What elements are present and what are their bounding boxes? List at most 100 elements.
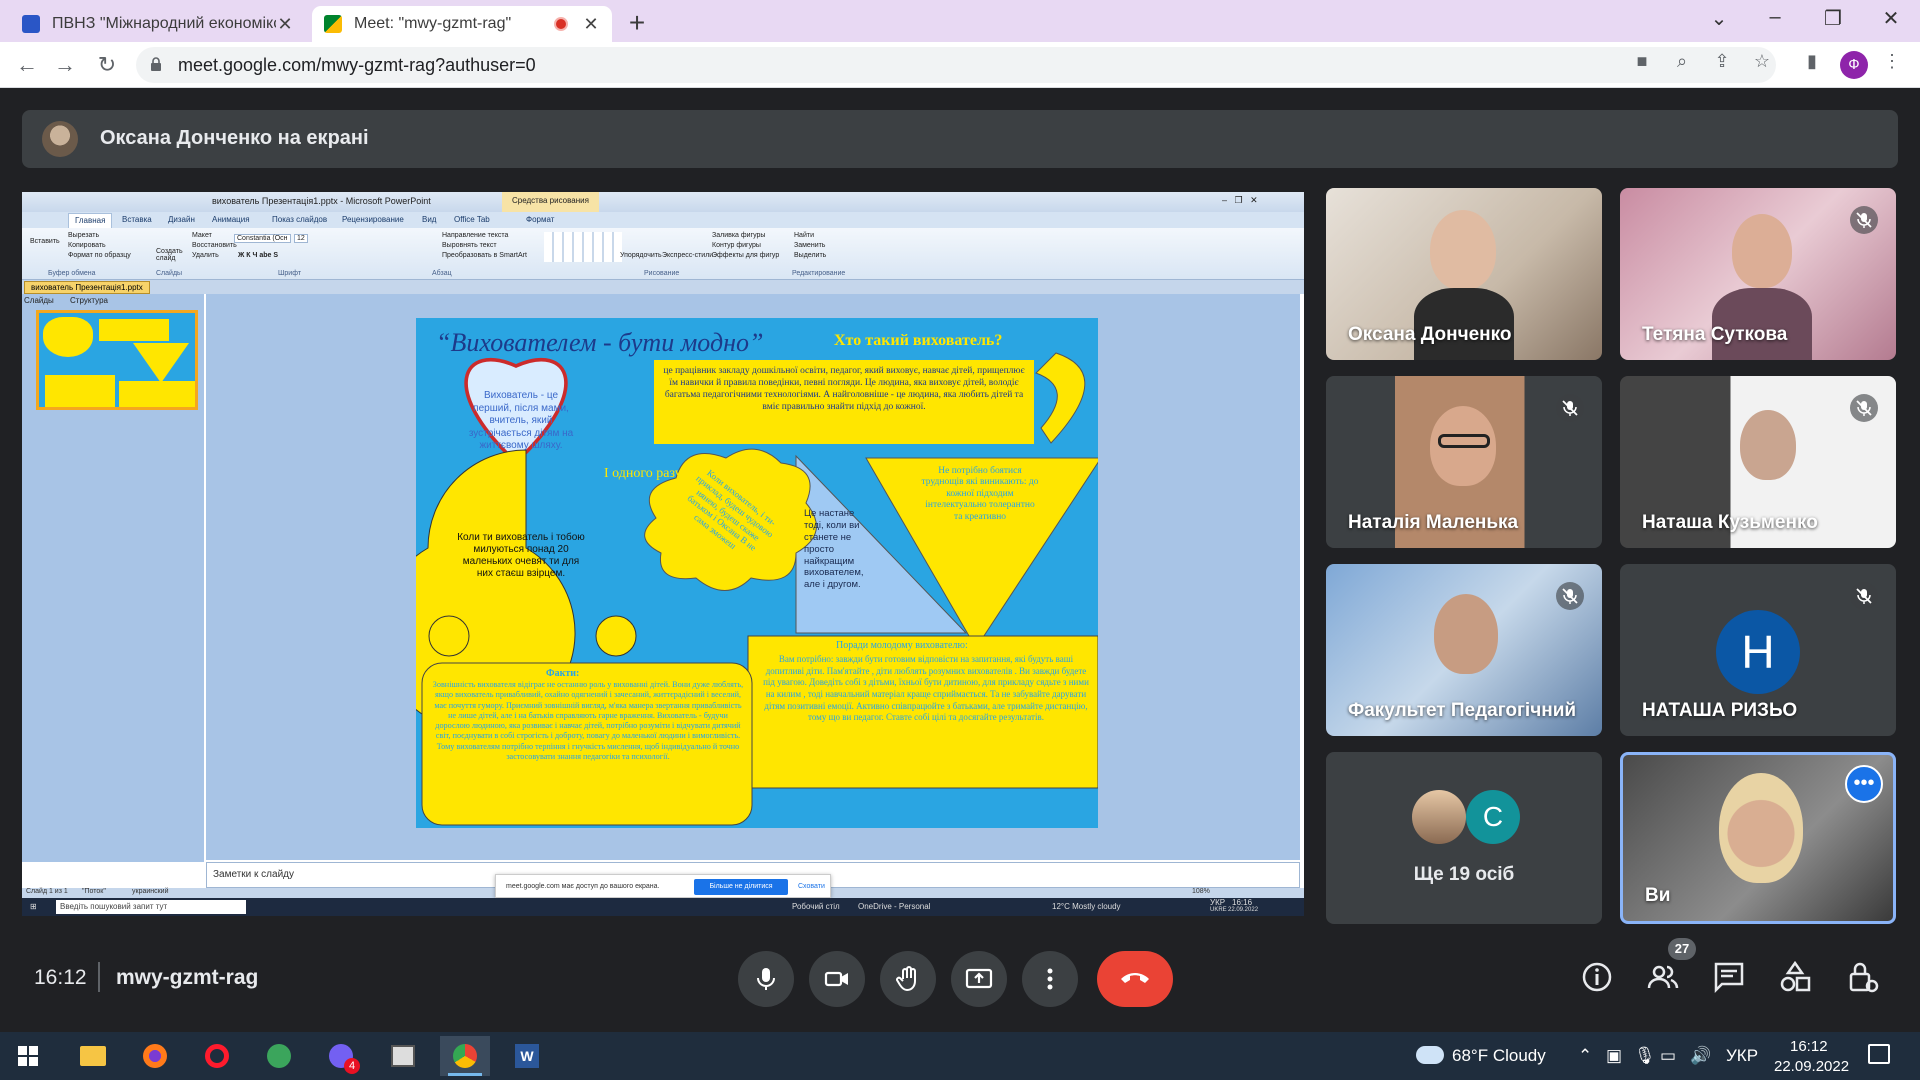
zoom-icon[interactable]: ⌕	[1670, 49, 1694, 73]
ppt-tab-slideshow[interactable]: Показ слайдов	[272, 215, 327, 224]
participant-tile[interactable]: Тетяна Суткова	[1620, 188, 1896, 360]
tray-volume-icon[interactable]: 🔊	[1690, 1046, 1711, 1066]
replace-button[interactable]: Заменить	[794, 242, 825, 249]
new-slide-button[interactable]: Создать слайд	[156, 248, 186, 262]
close-window-button[interactable]: ✕	[1876, 6, 1906, 31]
align-text-button[interactable]: Выровнять текст	[442, 242, 497, 249]
ppt-tab-format[interactable]: Формат	[526, 215, 554, 224]
mic-button[interactable]	[738, 951, 794, 1007]
firefox-app[interactable]	[130, 1036, 180, 1076]
shape-fill-button[interactable]: Заливка фигуры	[712, 232, 765, 239]
profile-avatar[interactable]: Ф	[1840, 51, 1868, 79]
slides-tab[interactable]: Слайды	[24, 296, 54, 305]
tray-chevron-icon[interactable]: ⌃	[1578, 1046, 1592, 1066]
copy-button[interactable]: Копировать	[68, 242, 106, 249]
tab-economics[interactable]: ПВНЗ "Міжнародний економіко ✕	[10, 6, 306, 42]
format-buttons[interactable]: Ж К Ч abe S	[238, 252, 278, 259]
stop-sharing-button[interactable]: Більше не ділитися	[694, 879, 788, 895]
tab-meet[interactable]: Meet: "mwy-gzmt-rag" ✕	[312, 6, 612, 42]
font-select[interactable]: Constantia (Осн	[234, 234, 291, 243]
share-icon[interactable]: ⇪	[1710, 49, 1734, 73]
chrome-app[interactable]	[440, 1036, 490, 1076]
notifications-icon[interactable]	[1868, 1044, 1890, 1064]
ppt-tab-animation[interactable]: Анимация	[212, 215, 250, 224]
arrange-button[interactable]: Упорядочить	[620, 252, 662, 259]
forward-button[interactable]: →	[50, 50, 80, 80]
ppt-tab-officetab[interactable]: Office Tab	[454, 215, 490, 224]
slide-thumbnail[interactable]	[36, 310, 198, 410]
delete-button[interactable]: Удалить	[192, 252, 219, 259]
bookmark-star-icon[interactable]: ☆	[1750, 49, 1774, 73]
outline-tab[interactable]: Структура	[70, 296, 108, 305]
participant-tile[interactable]: Н НАТАША РИЗЬО	[1620, 564, 1896, 736]
self-view-tile[interactable]: ••• Ви	[1620, 752, 1896, 924]
ppt-tab-review[interactable]: Рецензирование	[342, 215, 404, 224]
telegram-app[interactable]	[254, 1036, 304, 1076]
present-button[interactable]	[951, 951, 1007, 1007]
leave-call-button[interactable]	[1097, 951, 1173, 1007]
chat-icon[interactable]	[1712, 960, 1746, 994]
share-notice-bar: meet.google.com має доступ до вашого екр…	[495, 874, 831, 898]
ppt-tab-view[interactable]: Вид	[422, 215, 436, 224]
camera-button[interactable]	[809, 951, 865, 1007]
tray-battery-icon[interactable]: ▭	[1660, 1046, 1676, 1066]
more-options-button[interactable]	[1022, 951, 1078, 1007]
find-button[interactable]: Найти	[794, 232, 814, 239]
participant-tile[interactable]: Оксана Донченко	[1326, 188, 1602, 360]
cut-button[interactable]: Вырезать	[68, 232, 99, 239]
taskbar-language[interactable]: УКР	[1726, 1046, 1758, 1066]
host-controls-icon[interactable]	[1846, 960, 1880, 994]
smartart-button[interactable]: Преобразовать в SmartArt	[442, 252, 527, 259]
tray-mic-icon[interactable]: 🎙	[1634, 1046, 1656, 1066]
maximize-button[interactable]: ❐	[1818, 6, 1848, 31]
address-bar[interactable]: meet.google.com/mwy-gzmt-rag?authuser=0	[136, 47, 1776, 83]
paste-button[interactable]: Вставить	[30, 238, 60, 245]
file-explorer-app[interactable]	[68, 1036, 118, 1076]
shape-effects-button[interactable]: Эффекты для фигур	[712, 252, 779, 259]
new-tab-button[interactable]: +	[622, 7, 652, 39]
quick-styles-button[interactable]: Экспресс-стили	[662, 252, 713, 259]
raise-hand-button[interactable]	[880, 951, 936, 1007]
side-panel-icon[interactable]: ▮	[1800, 49, 1824, 73]
opera-app[interactable]	[192, 1036, 242, 1076]
participant-name: Наташа Кузьменко	[1642, 512, 1818, 533]
close-icon[interactable]: ✕	[582, 14, 600, 35]
participant-tile[interactable]: Факультет Педагогічний	[1326, 564, 1602, 736]
shapes-gallery[interactable]	[544, 232, 622, 262]
font-size-select[interactable]: 12	[294, 234, 308, 243]
participant-tile[interactable]: Наталія Маленька	[1326, 376, 1602, 548]
snipping-tool-app[interactable]	[378, 1036, 428, 1076]
menu-icon[interactable]: ⋮	[1880, 49, 1904, 73]
ppt-tab-insert[interactable]: Вставка	[122, 215, 152, 224]
more-participants-tile[interactable]: С Ще 19 осіб	[1326, 752, 1602, 924]
taskbar-date[interactable]: 22.09.2022	[1774, 1058, 1849, 1075]
taskbar-weather[interactable]: 68°F Cloudy	[1452, 1046, 1546, 1066]
activities-icon[interactable]	[1778, 960, 1812, 994]
ppt-tab-home[interactable]: Главная	[68, 213, 113, 228]
people-icon[interactable]	[1646, 960, 1680, 994]
reset-button[interactable]: Восстановить	[192, 242, 237, 249]
ppt-doc-tab[interactable]: вихователь Презентація1.pptx	[24, 281, 150, 294]
close-icon[interactable]: ✕	[276, 14, 294, 35]
info-icon[interactable]	[1580, 960, 1614, 994]
hide-button[interactable]: Сховати	[798, 883, 825, 890]
format-painter-button[interactable]: Формат по образцу	[68, 252, 131, 259]
participant-tile[interactable]: Наташа Кузьменко	[1620, 376, 1896, 548]
tray-camera-icon[interactable]: ▣	[1606, 1046, 1622, 1066]
viber-app[interactable]: 4	[316, 1036, 366, 1076]
minimize-button[interactable]: –	[1760, 6, 1790, 29]
camera-icon[interactable]: ■	[1630, 49, 1654, 73]
shape-outline-button[interactable]: Контур фигуры	[712, 242, 761, 249]
windows-start-icon[interactable]	[18, 1046, 38, 1066]
definition-box: це працівник закладу дошкільної освіти, …	[654, 360, 1034, 444]
back-button[interactable]: ←	[12, 50, 42, 80]
layout-button[interactable]: Макет	[192, 232, 212, 239]
more-options-icon[interactable]: •••	[1845, 765, 1883, 803]
tab-search-icon[interactable]: ⌄	[1704, 6, 1734, 31]
ppt-tab-design[interactable]: Дизайн	[168, 215, 195, 224]
taskbar-time[interactable]: 16:12	[1790, 1038, 1828, 1055]
text-direction-button[interactable]: Направление текста	[442, 232, 508, 239]
select-button[interactable]: Выделить	[794, 252, 826, 259]
word-app[interactable]: W	[502, 1036, 552, 1076]
reload-button[interactable]: ↻	[92, 50, 122, 80]
